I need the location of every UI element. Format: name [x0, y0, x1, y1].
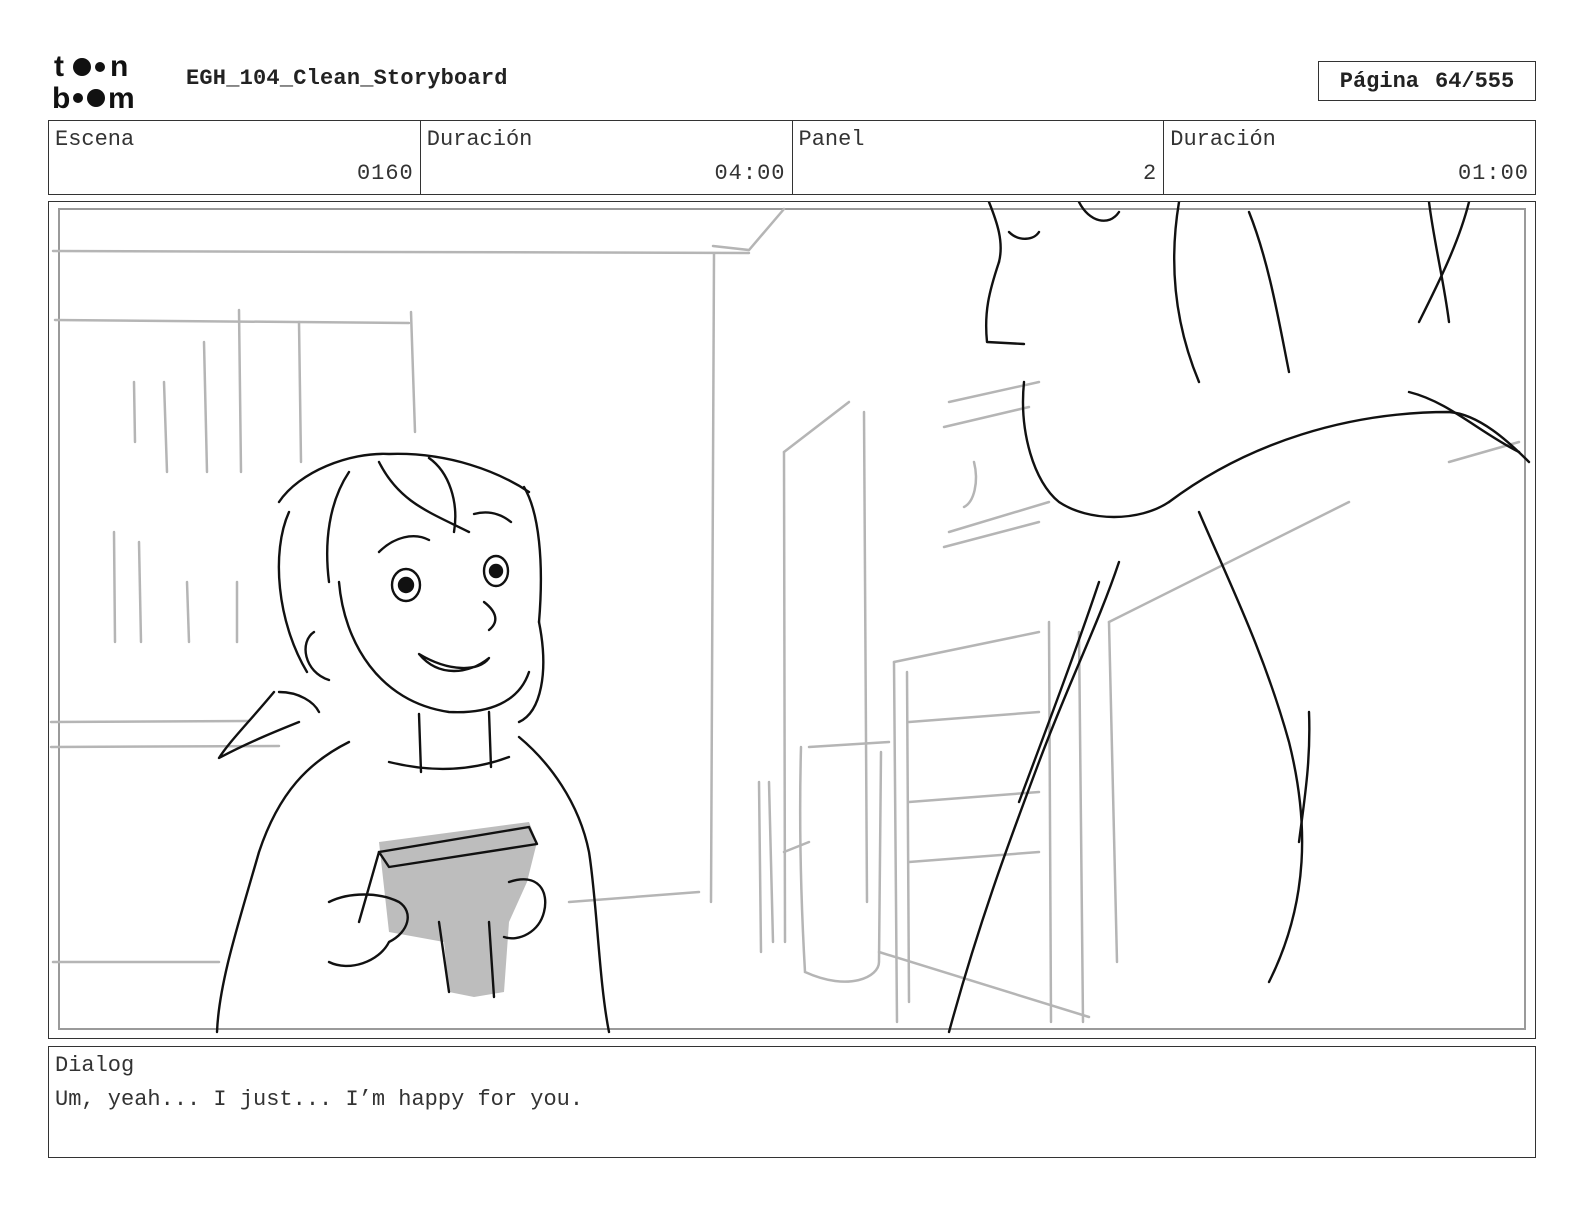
- background-sketch: [49, 207, 1521, 1024]
- storyboard-panel: [48, 201, 1536, 1039]
- dialog-label: Dialog: [55, 1053, 135, 1078]
- toonboom-logo: t n b m: [52, 50, 135, 112]
- panel-duration-label: Duración: [1170, 127, 1276, 152]
- scene-duration-label: Duración: [426, 127, 533, 152]
- scene-cell: Escena 0160: [49, 121, 421, 194]
- svg-text:n: n: [110, 50, 128, 83]
- panel-cell: Panel 2: [793, 121, 1165, 194]
- scene-duration-value: 04:00: [714, 161, 786, 186]
- storyboard-sketch: [49, 202, 1531, 1034]
- inner-frame: [58, 208, 1526, 1030]
- svg-text:t: t: [54, 50, 64, 83]
- document-title: EGH_104_Clean_Storyboard: [186, 66, 508, 91]
- scene-info-row: Escena 0160 Duración 04:00 Panel 2 Durac…: [48, 120, 1536, 195]
- page-label: Página: [1339, 68, 1419, 94]
- scene-value: 0160: [356, 161, 414, 186]
- svg-text:m: m: [108, 82, 135, 112]
- panel-label: Panel: [798, 127, 865, 152]
- scene-label: Escena: [55, 127, 135, 152]
- dialog-text: Um, yeah... I just... I’m happy for you.: [55, 1087, 584, 1112]
- dialog-box: Dialog Um, yeah... I just... I’m happy f…: [48, 1046, 1536, 1158]
- page-indicator: Página 64/555: [1318, 61, 1536, 101]
- svg-text:b: b: [52, 82, 70, 112]
- panel-duration-cell: Duración 01:00: [1164, 121, 1535, 194]
- page-value: 64/555: [1435, 68, 1515, 94]
- panel-duration-value: 01:00: [1457, 161, 1529, 186]
- scene-duration-cell: Duración 04:00: [421, 121, 793, 194]
- panel-value: 2: [1143, 161, 1158, 186]
